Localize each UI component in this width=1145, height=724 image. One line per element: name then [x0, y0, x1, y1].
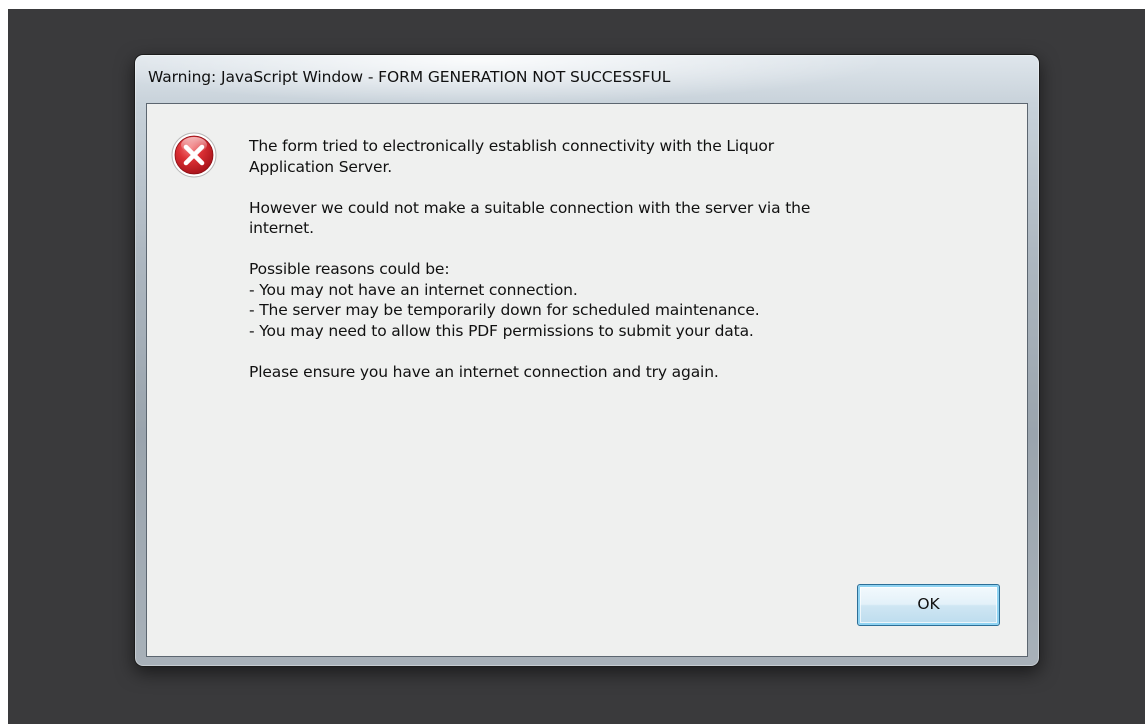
- dialog-title: Warning: JavaScript Window - FORM GENERA…: [148, 68, 671, 86]
- message-line: The form tried to electronically establi…: [249, 137, 774, 155]
- message-line: However we could not make a suitable con…: [249, 198, 811, 217]
- reason-item: - You may need to allow this PDF permiss…: [249, 321, 754, 340]
- message-line: Application Server.: [249, 157, 393, 176]
- closing-line: Please ensure you have an internet conne…: [249, 362, 719, 381]
- ok-button[interactable]: OK: [857, 584, 1000, 626]
- reasons-heading: Possible reasons could be:: [249, 260, 450, 278]
- ok-button-label: OK: [917, 595, 940, 613]
- message-line: internet.: [249, 219, 314, 237]
- reason-item: - You may not have an internet connectio…: [249, 280, 578, 299]
- error-message: The form tried to electronically establi…: [249, 136, 999, 382]
- error-icon: [171, 132, 217, 178]
- reason-item: - The server may be temporarily down for…: [249, 301, 760, 319]
- warning-dialog: Warning: JavaScript Window - FORM GENERA…: [134, 54, 1040, 667]
- dialog-content: The form tried to electronically establi…: [146, 103, 1028, 657]
